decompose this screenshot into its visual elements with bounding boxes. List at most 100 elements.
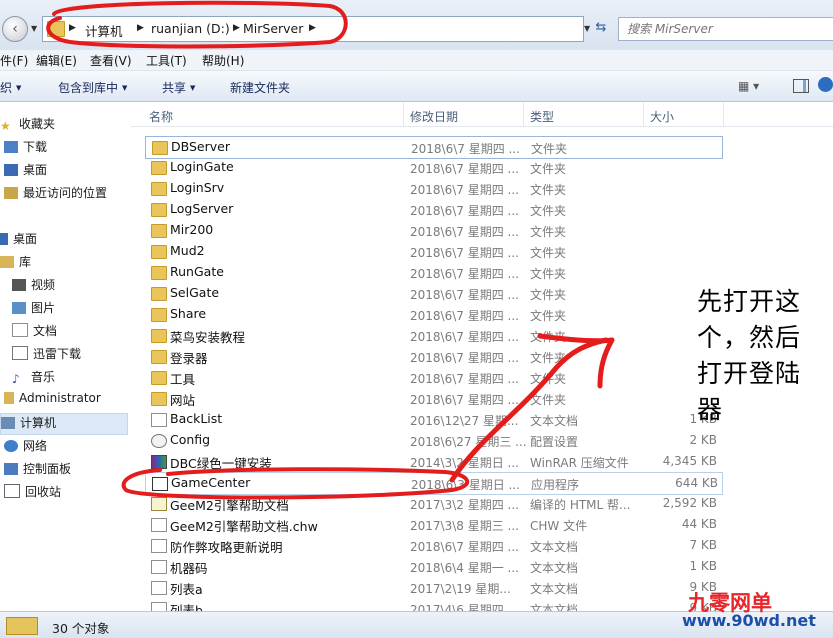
nav-control-panel[interactable]: 控制面板 [4,460,71,480]
nav-favorites[interactable]: ★ 收藏夹 [0,115,55,135]
include-library-button[interactable]: 包含到库中 ▼ [58,79,127,96]
breadcrumb-separator-icon[interactable]: ▶ [233,23,240,33]
nav-label: 最近访问的位置 [23,186,108,200]
file-row[interactable]: 菜鸟安装教程 2018\6\7 星期四 ... 文件夹 [145,325,721,346]
desktop-icon [0,233,8,245]
column-divider[interactable] [523,102,524,126]
column-type[interactable]: 类型 [530,108,554,125]
file-row[interactable]: 网站 2018\6\7 星期四 ... 文件夹 [145,388,721,409]
refresh-icon[interactable]: ⇆ [592,17,610,39]
file-row[interactable]: DBServer 2018\6\7 星期四 ... 文件夹 [145,136,723,159]
file-size: 2 KB [689,433,717,447]
file-row[interactable]: DBC绿色一键安装 2014\3\2 星期日 ... WinRAR 压缩文件 4,34… [145,451,721,472]
file-row[interactable]: GameCenter 2018\6\3 星期日 ... 应用程序 644 KB [145,472,723,495]
column-divider[interactable] [723,102,724,126]
column-size[interactable]: 大小 [650,108,674,125]
folder-icon [151,371,167,385]
nav-desktop-root[interactable]: 桌面 [0,230,37,250]
view-options-icon[interactable]: ▦ ▾ [738,79,759,93]
nav-recent[interactable]: 最近访问的位置 [4,184,107,204]
file-date: 2018\6\7 星期四 ... [410,351,519,365]
computer-icon [1,417,15,429]
menu-tools[interactable]: 工具(T) [146,52,187,69]
file-name: LoginSrv [170,180,225,195]
breadcrumb-separator-icon[interactable]: ▶ [69,23,76,33]
nav-documents[interactable]: 文档 [12,322,57,342]
nav-videos[interactable]: 视频 [12,276,55,296]
column-divider[interactable] [643,102,644,126]
file-row[interactable]: 机器码 2018\6\4 星期一 ... 文本文档 1 KB [145,556,721,577]
menu-view[interactable]: 查看(V) [90,52,132,69]
file-type: 编译的 HTML 帮... [530,498,631,512]
breadcrumb-drive[interactable]: ruanjian (D:) [151,21,230,36]
breadcrumb-computer[interactable]: 计算机 [85,21,123,40]
file-name: 菜鸟安装教程 [170,330,246,345]
search-input[interactable] [625,18,809,40]
nav-downloads[interactable]: 下载 [4,138,47,158]
file-row[interactable]: LoginGate 2018\6\7 星期四 ... 文件夹 [145,157,721,178]
file-name: SelGate [170,285,220,300]
file-row[interactable]: LoginSrv 2018\6\7 星期四 ... 文件夹 [145,178,721,199]
nav-computer[interactable]: 计算机 [0,413,128,435]
file-date: 2018\6\7 星期四 ... [410,204,519,218]
file-name: Share [170,306,207,321]
nav-desktop[interactable]: 桌面 [4,161,47,181]
folder-icon [151,287,167,301]
history-dropdown-icon[interactable]: ▼ [31,24,37,33]
organize-button[interactable]: 织 ▼ [0,79,21,96]
column-date[interactable]: 修改日期 [410,108,458,125]
nav-administrator[interactable]: Administrator [4,391,101,411]
nav-label: 控制面板 [23,462,72,476]
folder-icon [152,141,168,155]
file-date: 2018\6\7 星期四 ... [410,246,519,260]
file-row[interactable]: 登录器 2018\6\7 星期四 ... 文件夹 [145,346,721,367]
file-row[interactable]: Mir200 2018\6\7 星期四 ... 文件夹 [145,220,721,241]
nav-pictures[interactable]: 图片 [12,299,55,319]
menu-help[interactable]: 帮助(H) [202,52,244,69]
file-row[interactable]: 工具 2018\6\7 星期四 ... 文件夹 [145,367,721,388]
file-date: 2018\6\4 星期一 ... [410,561,519,575]
file-row[interactable]: 防作弊攻略更新说明 2018\6\7 星期四 ... 文本文档 7 KB [145,535,721,556]
nav-libraries[interactable]: 库 [0,253,31,273]
file-row[interactable]: Mud2 2018\6\7 星期四 ... 文件夹 [145,241,721,262]
nav-network[interactable]: 网络 [4,437,47,457]
file-date: 2018\6\7 星期四 ... [410,540,519,554]
chevron-down-icon: ▼ [190,84,196,92]
breadcrumb-mirserver[interactable]: MirServer [243,21,303,36]
nav-music[interactable]: ♪ 音乐 [12,368,55,388]
file-row[interactable]: 列表a 2017\2\19 星期... 文本文档 9 KB [145,577,721,598]
menu-file[interactable]: 件(F) [0,52,28,69]
address-bar[interactable]: ▶ 计算机 ▶ ruanjian (D:) ▶ MirServer ▶ [42,16,584,42]
nav-label: 图片 [31,301,56,315]
preview-pane-icon[interactable] [793,79,809,93]
menu-edit[interactable]: 编辑(E) [36,52,77,69]
file-size: 44 KB [681,517,717,531]
item-count: 30 个对象 [52,621,110,636]
file-date: 2018\6\7 星期四 ... [410,162,519,176]
breadcrumb-separator-icon[interactable]: ▶ [309,23,316,33]
back-button[interactable]: ‹ [2,16,28,42]
breadcrumb-separator-icon[interactable]: ▶ [137,23,144,33]
file-row[interactable]: GeeM2引擎帮助文档 2017\3\2 星期四 ... 编译的 HTML 帮...… [145,493,721,514]
nav-recycle-bin[interactable]: 回收站 [4,483,61,503]
file-row[interactable]: Share 2018\6\7 星期四 ... 文件夹 [145,304,721,325]
file-row[interactable]: BackList 2016\12\27 星期... 文本文档 1 KB [145,409,721,430]
search-box[interactable] [618,17,833,41]
share-button[interactable]: 共享 ▼ [162,79,195,96]
column-divider[interactable] [403,102,404,126]
column-name[interactable]: 名称 [149,108,173,125]
nav-xunlei[interactable]: 迅雷下载 [12,345,81,365]
new-folder-button[interactable]: 新建文件夹 [230,79,290,96]
help-icon[interactable] [818,77,833,92]
file-row[interactable]: GeeM2引擎帮助文档.chw 2017\3\8 星期三 ... CHW 文件 44 … [145,514,721,535]
file-row[interactable]: RunGate 2018\6\7 星期四 ... 文件夹 [145,262,721,283]
annotation-line: 打开登陆 [697,359,802,388]
file-date: 2017\3\2 星期四 ... [410,498,519,512]
file-row[interactable]: SelGate 2018\6\7 星期四 ... 文件夹 [145,283,721,304]
file-type: 文件夹 [530,267,567,281]
file-type: 文本文档 [530,582,579,596]
file-row[interactable]: Config 2018\6\27 星期三 ... 配置设置 2 KB [145,430,721,451]
file-row[interactable]: LogServer 2018\6\7 星期四 ... 文件夹 [145,199,721,220]
nav-label: 收藏夹 [19,117,56,131]
app-icon [152,477,168,491]
